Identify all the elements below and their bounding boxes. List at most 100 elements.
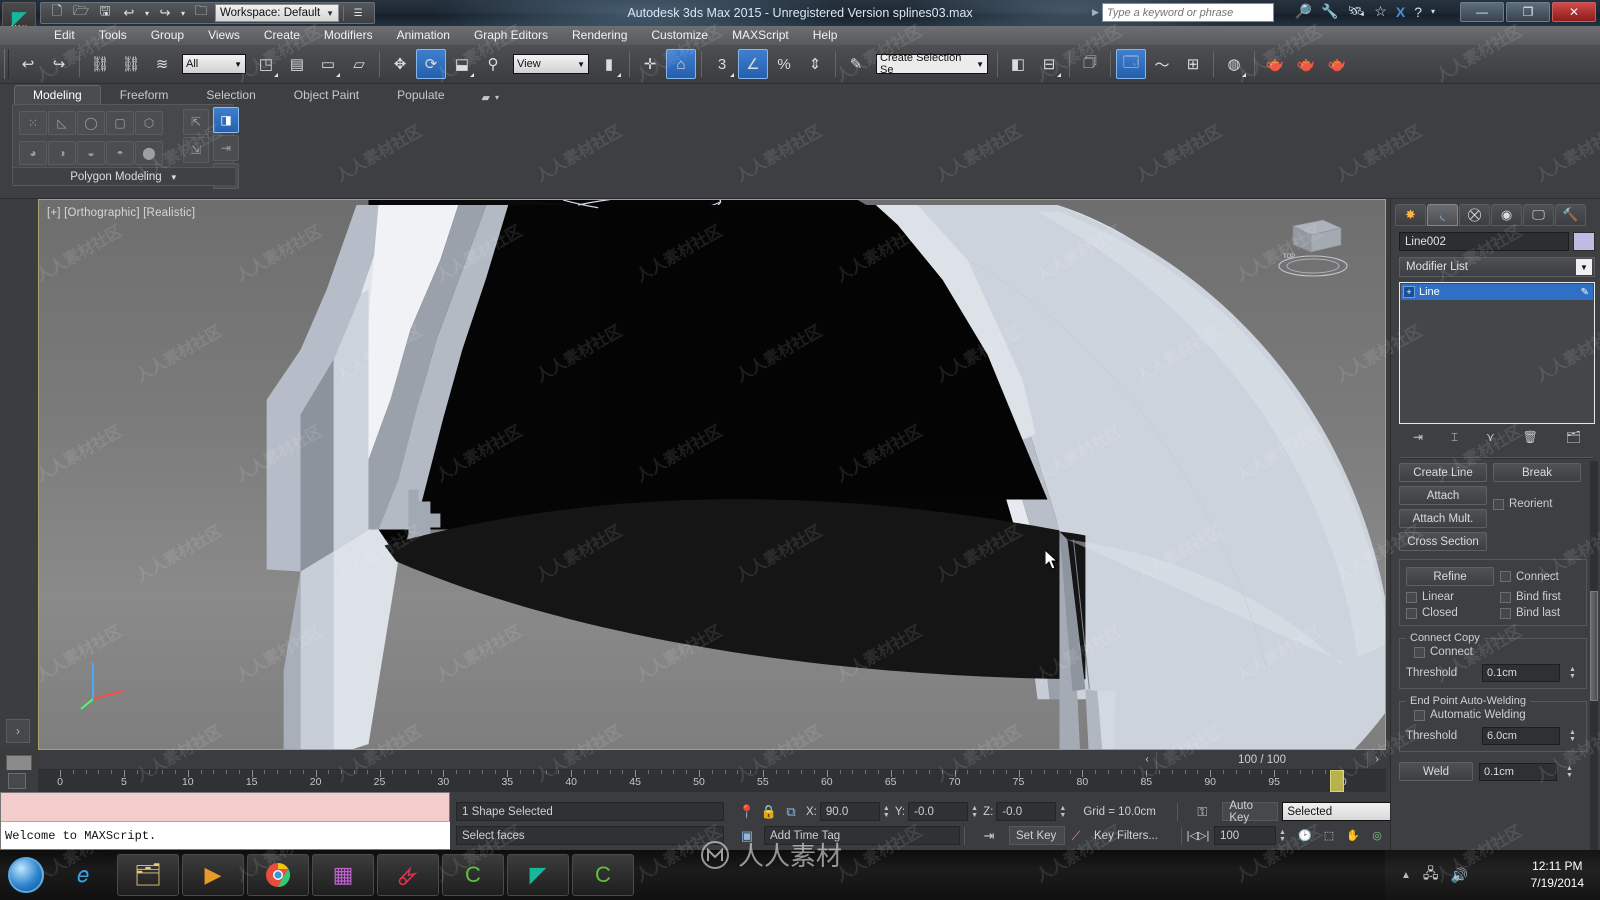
expand-strip-icon[interactable]: › [6, 719, 30, 743]
show-hidden-icons-icon[interactable]: ▲ [1401, 870, 1411, 881]
z-spinner[interactable]: ▲ ▼ [1058, 803, 1067, 821]
edit-stack-icon[interactable]: ✎ [1581, 287, 1589, 298]
automatic-welding-checkbox[interactable]: Automatic Welding [1414, 709, 1580, 721]
undo-icon[interactable]: ↩ [119, 4, 139, 22]
polygon-modeling-label[interactable]: Polygon Modeling ▼ [13, 167, 235, 185]
tab-freeform[interactable]: Freeform [101, 85, 188, 104]
ribbon-collapse-icon[interactable]: ▰ [482, 91, 490, 104]
volume-icon[interactable]: 🔊 [1451, 867, 1468, 884]
search-input[interactable] [1101, 3, 1274, 22]
named-selection-set-dropdown[interactable]: Create Selection Se ▼ [876, 52, 988, 76]
endpoint-threshold-spinner[interactable]: ▲ ▼ [1568, 727, 1577, 745]
edit-named-selection-sets-icon[interactable]: ✎ [841, 49, 871, 79]
orbit-icon[interactable]: ◎ [1365, 826, 1389, 846]
key-filters-button[interactable]: Key Filters... [1087, 826, 1177, 845]
help-icon[interactable]: ? [1414, 4, 1422, 20]
add-time-tag[interactable]: Add Time Tag [764, 826, 960, 845]
redo-icon[interactable]: ↪ [155, 4, 175, 22]
app-green-icon[interactable]: C [442, 854, 504, 896]
qat-overflow-icon[interactable]: ☰ [348, 4, 368, 22]
menu-item-help[interactable]: Help [801, 26, 850, 45]
media-player-icon[interactable]: ▶ [182, 854, 244, 896]
ribbon-minimize-control[interactable]: ▰ ▾ [482, 91, 499, 104]
collapse-icon[interactable]: ⬤ [135, 141, 163, 165]
3dsmax-icon[interactable]: ◤ [507, 854, 569, 896]
create-line-button[interactable]: Create Line [1399, 463, 1487, 482]
pin-stack-icon[interactable]: ⇥ [1413, 430, 1423, 444]
display-tab[interactable]: 🖵 [1523, 204, 1554, 226]
expand-icon[interactable]: + [1403, 286, 1415, 298]
edge-subobject-icon[interactable]: ◺ [48, 111, 76, 135]
angle-snap-toggle-icon[interactable]: ∠ [738, 49, 768, 79]
command-panel-scrollbar[interactable] [1590, 461, 1598, 900]
modifier-stack[interactable]: + Line ✎ [1399, 282, 1595, 424]
render-production-icon[interactable]: 🫖 [1322, 49, 1352, 79]
app-red-icon[interactable]: 🜸 [377, 854, 439, 896]
pin-stack-icon[interactable]: 📍 [736, 802, 758, 822]
menu-item-maxscript[interactable]: MAXScript [720, 26, 801, 45]
current-frame-spinner[interactable]: ▲ ▼ [1278, 827, 1287, 845]
time-configuration-icon[interactable]: 🕑 [1293, 826, 1317, 846]
select-region-icon[interactable]: ⬚ [1317, 826, 1341, 846]
swift-loop-icon[interactable]: ◒ [77, 141, 105, 165]
close-button[interactable]: ✕ [1552, 2, 1596, 22]
viewport[interactable]: [+] [Orthographic] [Realistic] TOP [38, 199, 1386, 750]
key-filters-icon[interactable]: ⟋ [1065, 826, 1087, 846]
generate-topology-icon[interactable]: ◕ [19, 141, 47, 165]
track-bar[interactable]: ‹ 100 / 100 › [38, 750, 1386, 770]
select-and-scale-icon[interactable]: ⬓ [447, 49, 477, 79]
open-mini-curve-editor-icon[interactable] [8, 773, 26, 789]
z-field[interactable]: -0.0 [996, 802, 1057, 821]
workspace-selector[interactable]: Workspace: Default ▼ [215, 4, 340, 22]
tab-object-paint[interactable]: Object Paint [275, 85, 378, 104]
unlink-selection-icon[interactable]: ⛓ [116, 49, 146, 79]
app-purple-icon[interactable]: ▦ [312, 854, 374, 896]
weld-threshold-spinner[interactable]: ▲ ▼ [1565, 763, 1574, 781]
current-frame-field[interactable]: 100 [1214, 826, 1276, 845]
connect-copy-threshold-spinner[interactable]: ▲ ▼ [1568, 664, 1577, 682]
hierarchy-tab[interactable]: ⛒ [1459, 204, 1490, 226]
select-and-manipulate-icon[interactable]: ✛ [635, 49, 665, 79]
select-and-move-icon[interactable]: ✥ [385, 49, 415, 79]
motion-tab[interactable]: ◉ [1491, 204, 1522, 226]
file-explorer-icon[interactable]: 🗂 [117, 854, 179, 896]
connect-copy-threshold-field[interactable]: 0.1cm [1482, 664, 1560, 682]
window-crossing-icon[interactable]: ▱ [344, 49, 374, 79]
y-spinner[interactable]: ▲ ▼ [970, 803, 979, 821]
mirror-icon[interactable]: ◧ [1003, 49, 1033, 79]
menu-item-graph-editors[interactable]: Graph Editors [462, 26, 560, 45]
set-key-button[interactable]: Set Key [1009, 826, 1065, 845]
connect-copy-checkbox[interactable]: Connect [1414, 646, 1580, 658]
make-unique-icon[interactable]: ⋎ [1486, 430, 1495, 444]
minimize-button[interactable]: — [1460, 2, 1504, 22]
tab-populate[interactable]: Populate [378, 85, 463, 104]
refine-button[interactable]: Refine [1406, 567, 1494, 586]
redo-icon[interactable]: ↪ [44, 49, 74, 79]
absolute-transform-icon[interactable]: ⧉ [780, 802, 802, 822]
toolbar-grip[interactable] [4, 49, 9, 79]
modify-tab[interactable]: ◟ [1427, 204, 1458, 226]
key-mode-toggle-icon[interactable]: |◁▷| [1186, 826, 1210, 846]
menu-item-edit[interactable]: Edit [42, 26, 87, 45]
chrome-icon[interactable] [247, 854, 309, 896]
attach-button[interactable]: Attach [1399, 486, 1487, 505]
start-button[interactable] [3, 853, 49, 897]
lock-icon[interactable]: 🔒 [758, 802, 780, 822]
modifier-list-dropdown[interactable]: Modifier List ▼ [1399, 257, 1595, 277]
snap-3-icon[interactable]: 3 [707, 49, 737, 79]
star-icon[interactable]: ☆ [1374, 3, 1387, 20]
menu-item-views[interactable]: Views [196, 26, 252, 45]
network-icon[interactable]: 🖧 [1423, 863, 1439, 887]
undo-icon[interactable]: ↩ [13, 49, 43, 79]
app-green2-icon[interactable]: C [572, 854, 634, 896]
internet-explorer-icon[interactable]: 𝑒 [52, 854, 114, 896]
use-pivot-point-center-icon[interactable]: ▮ [594, 49, 624, 79]
element-subobject-icon[interactable]: ⬡ [135, 111, 163, 135]
bind-first-checkbox[interactable]: Bind first [1500, 591, 1561, 603]
binoculars-icon[interactable]: 🔎 [1295, 3, 1312, 20]
y-field[interactable]: -0.0 [908, 802, 969, 821]
spinner-snap-toggle-icon[interactable]: ⇕ [800, 49, 830, 79]
redo-dropdown-icon[interactable]: ▾ [179, 4, 187, 22]
linear-checkbox[interactable]: Linear [1406, 591, 1494, 603]
menu-item-customize[interactable]: Customize [639, 26, 720, 45]
